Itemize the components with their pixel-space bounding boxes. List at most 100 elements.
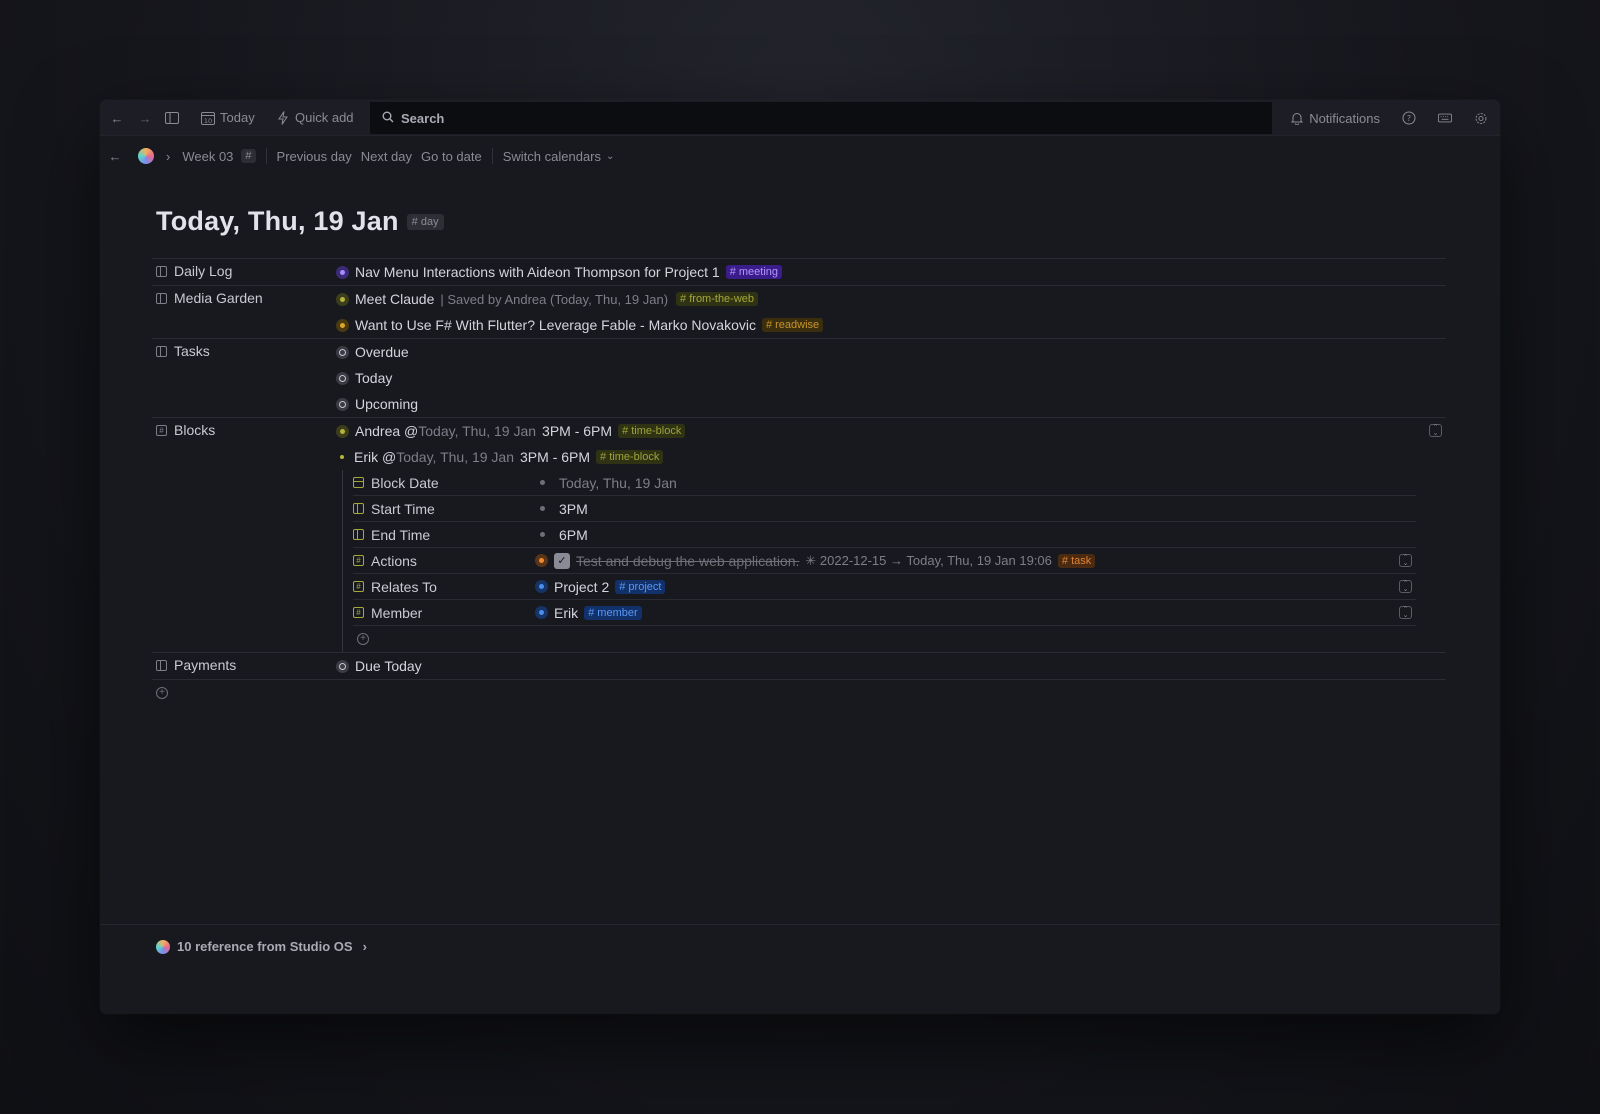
- member-name[interactable]: Erik: [554, 605, 578, 621]
- block-date: Today, Thu, 19 Jan: [418, 423, 537, 439]
- property-label-text: End Time: [371, 526, 431, 543]
- property-value[interactable]: ✓ Test and debug the web application. ✳ …: [535, 552, 1096, 569]
- property-actions: # Actions ✓ Test and debug the web appli…: [353, 548, 1416, 574]
- list-item[interactable]: Overdue: [336, 339, 1446, 365]
- property-label[interactable]: Block Date: [353, 475, 535, 491]
- readwise-tag[interactable]: # readwise: [761, 318, 824, 332]
- day-tag[interactable]: # day: [406, 213, 444, 230]
- member-dot-icon: [535, 606, 548, 619]
- list-item[interactable]: Nav Menu Interactions with Aideon Thomps…: [336, 259, 1446, 285]
- section-body: Nav Menu Interactions with Aideon Thomps…: [336, 259, 1446, 285]
- panel-icon: [353, 503, 364, 514]
- time-block-dot-icon: [336, 424, 349, 438]
- next-day-button[interactable]: Next day: [361, 149, 412, 164]
- list-item[interactable]: Due Today: [336, 653, 1446, 679]
- project-tag[interactable]: # project: [615, 579, 666, 594]
- hash-icon: #: [353, 581, 364, 592]
- section-label[interactable]: Tasks: [152, 339, 336, 365]
- block-person: Andrea @: [355, 423, 419, 439]
- list-item[interactable]: Andrea @Today, Thu, 19 Jan 3PM - 6PM # t…: [336, 418, 1446, 444]
- back-arrow-icon[interactable]: ←: [108, 149, 122, 164]
- panel-icon: [156, 266, 167, 277]
- section-label[interactable]: # Blocks: [152, 418, 336, 444]
- property-value[interactable]: Erik # member: [535, 605, 642, 621]
- section-label[interactable]: Daily Log: [152, 259, 336, 285]
- workspace-avatar[interactable]: [138, 148, 154, 164]
- bullet-icon: [540, 480, 545, 485]
- member-tag[interactable]: # member: [584, 605, 642, 620]
- keyboard-icon[interactable]: [1438, 111, 1452, 125]
- property-start-time: Start Time 3PM: [353, 496, 1416, 522]
- page-title: Today, Thu, 19 Jan: [156, 206, 399, 236]
- meeting-tag[interactable]: # meeting: [725, 265, 783, 279]
- notifications-button[interactable]: Notifications: [1290, 111, 1380, 126]
- task-title[interactable]: Test and debug the web application.: [576, 553, 799, 569]
- checkbox-checked-icon[interactable]: ✓: [554, 552, 570, 569]
- list-item[interactable]: Today: [336, 365, 1446, 391]
- item-title[interactable]: Want to Use F# With Flutter? Leverage Fa…: [355, 317, 756, 333]
- expand-collapse-icon[interactable]: ⌃ ⌄: [1399, 606, 1412, 619]
- section-media-garden: Media Garden Meet Claude | Saved by Andr…: [152, 285, 1446, 338]
- references-text: 10 reference from Studio OS: [177, 939, 353, 954]
- previous-day-button[interactable]: Previous day: [277, 149, 352, 164]
- references-link[interactable]: 10 reference from Studio OS ›: [156, 939, 367, 954]
- list-item[interactable]: Meet Claude | Saved by Andrea (Today, Th…: [336, 286, 1446, 312]
- add-section-row: +: [152, 680, 1446, 706]
- item-title[interactable]: Overdue: [355, 344, 409, 360]
- search-input[interactable]: Search: [370, 102, 1272, 134]
- block-time: 3PM - 6PM: [520, 449, 591, 465]
- property-value[interactable]: Today, Thu, 19 Jan: [535, 475, 677, 491]
- property-value[interactable]: Project 2 # project: [535, 579, 666, 595]
- task-tag[interactable]: # task: [1057, 553, 1096, 568]
- property-label[interactable]: # Relates To: [353, 579, 535, 595]
- chevron-right-icon: ›: [362, 939, 367, 954]
- item-title[interactable]: Today: [355, 370, 392, 386]
- expand-collapse-icon[interactable]: ⌃ ⌄: [1399, 580, 1412, 593]
- task-dot-icon: [535, 554, 548, 567]
- property-value[interactable]: 3PM: [535, 501, 588, 517]
- list-item[interactable]: Erik @Today, Thu, 19 Jan 3PM - 6PM # tim…: [336, 444, 1446, 470]
- item-title[interactable]: Due Today: [355, 658, 422, 674]
- back-arrow-icon[interactable]: ←: [110, 111, 124, 126]
- property-label[interactable]: # Actions: [353, 553, 535, 569]
- list-item[interactable]: Upcoming: [336, 391, 1446, 417]
- item-title[interactable]: Upcoming: [355, 396, 418, 412]
- section-daily-log: Daily Log Nav Menu Interactions with Aid…: [152, 258, 1446, 285]
- block-title[interactable]: Erik @Today, Thu, 19 Jan: [354, 449, 514, 465]
- add-property-icon[interactable]: +: [357, 633, 369, 645]
- property-label[interactable]: End Time: [353, 527, 535, 543]
- section-label[interactable]: Media Garden: [152, 286, 336, 312]
- property-value-text: 6PM: [559, 526, 588, 543]
- go-to-date-button[interactable]: Go to date: [421, 149, 482, 164]
- app-window: ← → 10 Today Quick add Search Notificati…: [100, 100, 1500, 1014]
- time-block-tag[interactable]: # time-block: [618, 424, 686, 438]
- time-block-tag[interactable]: # time-block: [596, 450, 664, 464]
- week-link[interactable]: Week 03: [182, 149, 233, 164]
- help-icon[interactable]: ?: [1402, 111, 1416, 125]
- property-label[interactable]: # Member: [353, 605, 535, 621]
- section-label[interactable]: Payments: [152, 653, 336, 679]
- today-button[interactable]: 10 Today: [201, 110, 255, 125]
- switch-calendars-button[interactable]: Switch calendars ⌄: [503, 149, 615, 164]
- add-section-icon[interactable]: +: [156, 687, 168, 699]
- quick-add-button[interactable]: Quick add: [276, 110, 354, 125]
- list-item[interactable]: Want to Use F# With Flutter? Leverage Fa…: [336, 312, 1446, 338]
- forward-arrow-icon[interactable]: →: [138, 111, 152, 126]
- project-title[interactable]: Project 2: [554, 579, 609, 595]
- property-value[interactable]: 6PM: [535, 527, 588, 543]
- breadcrumb: ← › Week 03 # Previous day Next day Go t…: [100, 136, 1500, 176]
- property-label-text: Member: [371, 604, 423, 621]
- search-placeholder: Search: [401, 110, 445, 126]
- gear-icon[interactable]: [1474, 111, 1488, 125]
- property-label-text: Start Time: [371, 500, 435, 517]
- week-hash-chip[interactable]: #: [241, 149, 256, 163]
- sidebar-toggle-icon[interactable]: [165, 111, 179, 125]
- property-label[interactable]: Start Time: [353, 501, 535, 517]
- expand-collapse-icon[interactable]: ⌃ ⌄: [1399, 554, 1412, 567]
- expand-collapse-icon[interactable]: ⌃ ⌄: [1429, 424, 1442, 437]
- property-value-text: 3PM: [559, 500, 588, 517]
- item-title[interactable]: Nav Menu Interactions with Aideon Thomps…: [355, 264, 720, 280]
- block-title[interactable]: Andrea @Today, Thu, 19 Jan: [355, 423, 536, 439]
- from-the-web-tag[interactable]: # from-the-web: [676, 292, 759, 306]
- item-title[interactable]: Meet Claude: [355, 291, 434, 307]
